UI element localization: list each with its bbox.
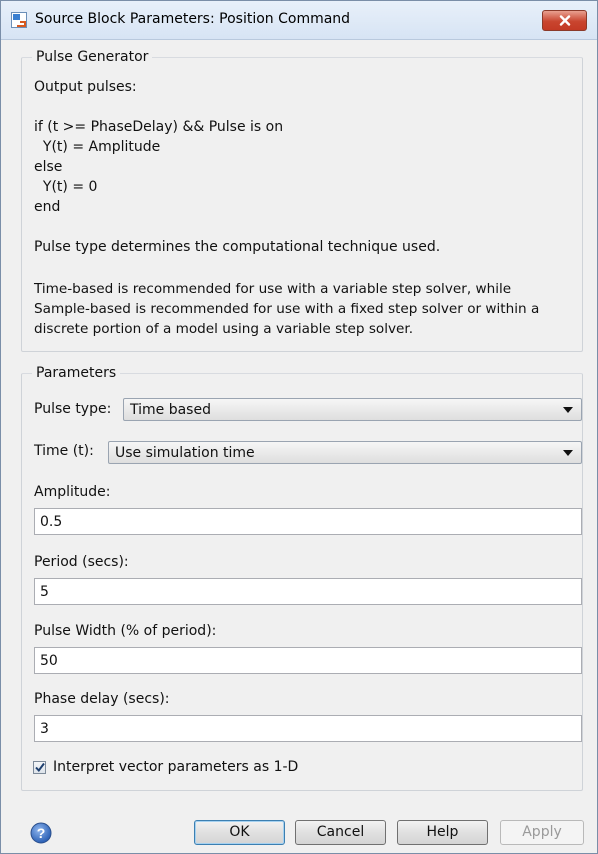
time-dropdown[interactable]: Use simulation time	[108, 441, 582, 464]
amplitude-field[interactable]: 0.5	[34, 508, 582, 535]
chevron-down-icon	[563, 407, 573, 413]
pulse-width-field[interactable]: 50	[34, 647, 582, 674]
interpret-vector-label[interactable]: Interpret vector parameters as 1-D	[53, 759, 298, 775]
checkmark-icon	[35, 762, 45, 773]
close-button[interactable]	[542, 10, 587, 31]
description-line: Y(t) = Amplitude	[34, 139, 161, 155]
amplitude-value: 0.5	[40, 514, 63, 530]
pulse-generator-legend: Pulse Generator	[32, 49, 153, 65]
pulse-type-label: Pulse type:	[34, 401, 112, 417]
description-line: end	[34, 199, 61, 215]
description-line: discrete portion of a model using a vari…	[34, 321, 414, 337]
pulse-type-dropdown[interactable]: Time based	[123, 398, 582, 421]
phase-delay-value: 3	[40, 721, 49, 737]
help-question-icon[interactable]: ?	[30, 822, 52, 844]
amplitude-label: Amplitude:	[34, 484, 111, 500]
svg-text:?: ?	[37, 825, 46, 841]
period-value: 5	[40, 584, 49, 600]
close-icon	[559, 15, 570, 26]
ok-button[interactable]: OK	[194, 820, 285, 845]
period-field[interactable]: 5	[34, 578, 582, 605]
pulse-width-label: Pulse Width (% of period):	[34, 623, 217, 639]
parameters-legend: Parameters	[32, 365, 121, 381]
dialog-window: Source Block Parameters: Position Comman…	[0, 0, 598, 854]
phase-delay-label: Phase delay (secs):	[34, 691, 170, 707]
help-button[interactable]: Help	[397, 820, 488, 845]
time-value: Use simulation time	[115, 445, 255, 461]
time-label: Time (t):	[34, 443, 94, 459]
description-line: Pulse type determines the computational …	[34, 239, 441, 255]
window-title: Source Block Parameters: Position Comman…	[35, 11, 351, 27]
description-line: Time-based is recommended for use with a…	[34, 281, 512, 297]
apply-button[interactable]: Apply	[500, 820, 584, 845]
description-line: Output pulses:	[34, 79, 137, 95]
description-line: Sample-based is recommended for use with…	[34, 301, 540, 317]
description-line: Y(t) = 0	[34, 179, 98, 195]
phase-delay-field[interactable]: 3	[34, 715, 582, 742]
description-line: else	[34, 159, 63, 175]
description-line: if (t >= PhaseDelay) && Pulse is on	[34, 119, 284, 135]
simulink-block-icon	[11, 12, 27, 28]
chevron-down-icon	[563, 450, 573, 456]
pulse-type-value: Time based	[130, 402, 211, 418]
interpret-vector-checkbox[interactable]	[33, 761, 46, 774]
cancel-button[interactable]: Cancel	[295, 820, 386, 845]
period-label: Period (secs):	[34, 554, 129, 570]
title-bar[interactable]: Source Block Parameters: Position Comman…	[1, 1, 597, 40]
pulse-width-value: 50	[40, 653, 58, 669]
